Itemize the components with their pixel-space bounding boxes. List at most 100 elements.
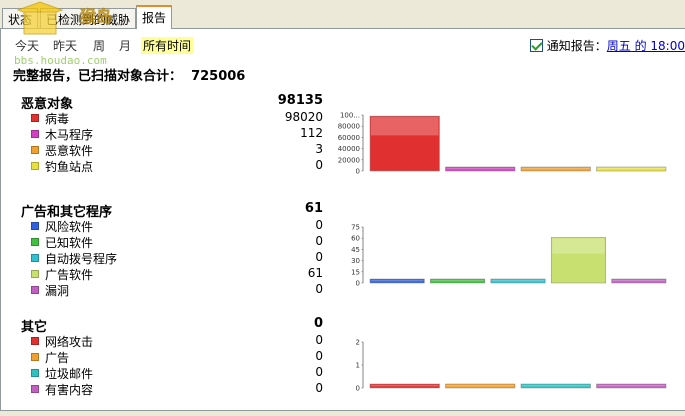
list-item: 钓鱼站点 0 [31, 158, 323, 174]
list-item: 垃圾邮件 0 [31, 365, 323, 381]
y-tick-label: 80000 [338, 123, 360, 131]
chart-bar-highlight [522, 168, 590, 170]
tab-detected-threats[interactable]: 已检测到的威胁 [40, 8, 137, 28]
list-item: 广告 0 [31, 349, 323, 365]
chart-bar-highlight [371, 280, 424, 282]
legend-swatch [31, 353, 39, 361]
item-label: 有害内容 [45, 383, 94, 397]
section-other: 其它 0 网络攻击 0 广告 0 垃圾邮件 0 有害内容 0 210 [13, 316, 683, 416]
notify-label: 通知报告： [546, 39, 607, 53]
list-item: 有害内容 0 [31, 381, 323, 397]
section-total: 61 [304, 201, 323, 216]
chart-bar-highlight [371, 385, 439, 387]
item-label: 木马程序 [45, 128, 94, 142]
list-item: 广告软件 61 [31, 266, 323, 282]
y-tick-label: 2 [356, 339, 360, 347]
y-tick-label: 45 [351, 246, 360, 254]
list-item: 风险软件 0 [31, 218, 323, 234]
chart-bar-highlight [431, 280, 484, 282]
list-item: 自动拨号程序 0 [31, 250, 323, 266]
chart-bar-highlight [597, 385, 665, 387]
item-value: 0 [315, 234, 323, 248]
y-tick-label: 40000 [338, 145, 360, 153]
item-value: 112 [300, 126, 323, 140]
filter-week[interactable]: 周 [93, 37, 105, 54]
section-total: 0 [313, 316, 323, 331]
chart-bar-highlight [597, 168, 665, 170]
filter-yesterday[interactable]: 昨天 [53, 37, 77, 54]
item-value: 0 [315, 282, 323, 296]
legend-swatch [31, 130, 39, 138]
item-value: 61 [307, 266, 323, 280]
tab-report-label: 报告 [142, 11, 167, 25]
filter-today[interactable]: 今天 [15, 37, 39, 54]
legend-swatch [31, 222, 39, 230]
item-value: 98020 [284, 110, 323, 124]
legend-swatch [31, 146, 39, 154]
y-tick-label: 60 [351, 235, 360, 243]
item-value: 0 [315, 218, 323, 232]
item-label: 病毒 [45, 112, 70, 126]
bar-chart-malicious: 100... 80000 60000 40000 20000 0 [338, 112, 667, 176]
item-value: 0 [315, 333, 323, 347]
item-value: 0 [315, 381, 323, 395]
item-label: 恶意软件 [45, 144, 94, 158]
item-label: 垃圾邮件 [45, 367, 94, 381]
legend-swatch [31, 238, 39, 246]
item-value: 0 [315, 158, 323, 172]
legend-swatch [31, 270, 39, 278]
item-label: 漏洞 [45, 284, 70, 298]
y-tick-label: 15 [351, 268, 360, 276]
chart-bar-highlight [371, 117, 439, 136]
summary-label: 完整报告，已扫描对象合计： [13, 69, 183, 84]
notify-schedule-link[interactable]: 周五 的 18:00 [607, 39, 685, 53]
chart-bar-highlight [491, 280, 545, 282]
section-total: 98135 [277, 93, 323, 108]
list-item: 病毒 98020 [31, 110, 323, 126]
chart-adware: 75 60 45 30 15 0 [343, 224, 673, 288]
filter-month[interactable]: 月 [119, 37, 131, 54]
y-tick-label: 0 [356, 385, 360, 393]
bar-chart-adware: 75 60 45 30 15 0 [351, 224, 667, 288]
window-bottom-edge [0, 410, 685, 416]
item-label: 已知软件 [45, 236, 94, 250]
chart-bar-highlight [552, 238, 605, 254]
item-label: 网络攻击 [45, 335, 94, 349]
list-item: 漏洞 0 [31, 282, 323, 298]
tab-report[interactable]: 报告 [136, 5, 173, 29]
y-tick-label: 75 [351, 224, 360, 232]
list-item: 网络攻击 0 [31, 333, 323, 349]
chart-bar-highlight [446, 385, 514, 387]
item-value: 0 [315, 250, 323, 264]
item-label: 广告 [45, 351, 70, 365]
summary-value: 725006 [191, 69, 246, 84]
legend-swatch [31, 254, 39, 262]
y-tick-label: 0 [356, 168, 360, 176]
legend-swatch [31, 286, 39, 294]
notify-report: 通知报告：周五 的 18:00 [529, 37, 685, 54]
y-tick-label: 20000 [338, 156, 360, 164]
tab-strip: 状态 已检测到的威胁 报告 [0, 0, 685, 29]
list-item: 已知软件 0 [31, 234, 323, 250]
legend-swatch [31, 162, 39, 170]
filter-all-time[interactable]: 所有时间 [141, 37, 194, 54]
legend-swatch [31, 385, 39, 393]
item-label: 自动拨号程序 [45, 252, 118, 266]
legend-swatch [31, 369, 39, 377]
chart-bar-highlight [612, 280, 665, 282]
item-label: 广告软件 [45, 268, 94, 282]
report-summary: 完整报告，已扫描对象合计： 725006 [13, 65, 245, 84]
item-label: 钓鱼站点 [45, 160, 94, 174]
y-tick-label: 30 [351, 257, 360, 265]
item-value: 0 [315, 365, 323, 379]
notify-checkbox[interactable] [529, 39, 543, 52]
list-item: 木马程序 112 [31, 126, 323, 142]
tab-status-label: 状态 [8, 13, 33, 27]
section-malicious: 恶意对象 98135 病毒 98020 木马程序 112 恶意软件 3 钓鱼站点 0 100.… [13, 93, 683, 205]
y-tick-label: 0 [356, 280, 360, 288]
chart-other: 2 1 0 [343, 339, 673, 393]
legend-swatch [31, 114, 39, 122]
y-tick-label: 60000 [338, 134, 360, 142]
tab-status[interactable]: 状态 [2, 8, 39, 28]
item-value: 0 [315, 349, 323, 363]
